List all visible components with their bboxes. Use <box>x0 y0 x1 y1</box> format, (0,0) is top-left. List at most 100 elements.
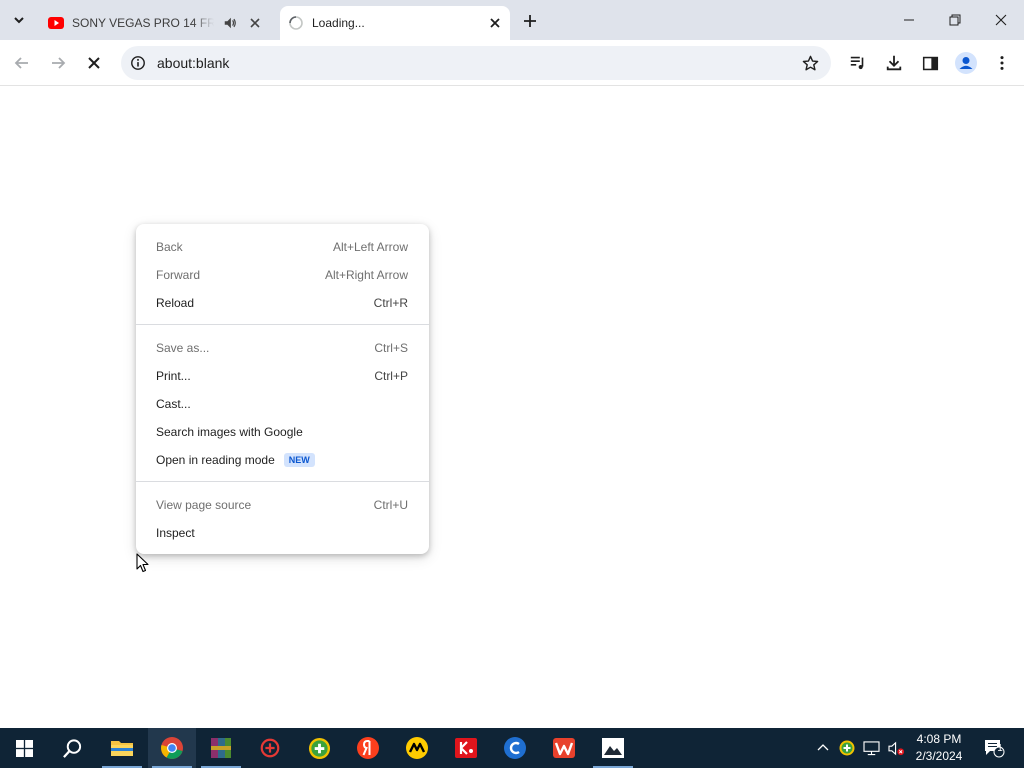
tab-youtube[interactable]: SONY VEGAS PRO 14 FREE DOWNLOAD <box>36 6 276 40</box>
menu-item-shortcut: Ctrl+R <box>373 296 408 310</box>
restore-icon <box>949 14 961 26</box>
wps-office-icon <box>553 738 575 758</box>
side-panel-icon[interactable] <box>919 52 941 74</box>
search-icon <box>62 738 81 758</box>
menu-separator <box>136 324 429 325</box>
taskbar-plus-app[interactable] <box>295 728 343 768</box>
chrome-icon <box>161 737 183 759</box>
stop-loading-button[interactable] <box>80 49 108 77</box>
taskbar-winrar[interactable] <box>197 728 245 768</box>
taskbar-yandex-browser[interactable] <box>344 728 392 768</box>
menu-item-cast[interactable]: Cast... <box>136 390 429 418</box>
menu-item-search-images[interactable]: Search images with Google <box>136 418 429 446</box>
tab-search-button[interactable] <box>6 7 32 33</box>
new-badge: NEW <box>283 453 315 467</box>
network-icon <box>862 740 880 755</box>
new-tab-button[interactable] <box>518 9 542 33</box>
menu-item-back[interactable]: Back Alt+Left Arrow <box>136 233 429 261</box>
green-plus-icon <box>308 737 330 759</box>
info-icon[interactable] <box>129 54 147 72</box>
tab-loading[interactable]: Loading... <box>280 6 510 40</box>
search-button[interactable] <box>48 728 96 768</box>
tab-close-icon[interactable] <box>246 14 264 32</box>
media-control-icon[interactable] <box>847 52 869 74</box>
speaker-icon[interactable] <box>222 15 238 31</box>
action-center-button[interactable]: 1 <box>980 728 1008 768</box>
address-bar[interactable]: about:blank <box>121 46 831 80</box>
browser-toolbar: about:blank <box>0 40 1024 86</box>
taskbar-ccleaner[interactable] <box>491 728 539 768</box>
show-hidden-icons-button[interactable] <box>812 728 834 768</box>
menu-item-label: Reload <box>156 296 195 310</box>
archive-app-icon <box>211 738 231 758</box>
taskbar-chrome[interactable] <box>148 728 196 768</box>
taskbar-wps-office[interactable] <box>540 728 588 768</box>
taskbar-photos[interactable] <box>589 728 637 768</box>
taskbar: 4:08 PM 2/3/2024 1 <box>0 728 1024 768</box>
menu-item-label: Back <box>156 240 183 254</box>
kaspersky-icon <box>455 738 477 758</box>
yandex-icon <box>357 737 379 759</box>
green-plus-icon <box>839 740 855 756</box>
minimize-button[interactable] <box>886 0 932 40</box>
clock-time: 4:08 PM <box>916 732 962 746</box>
tray-plus-app[interactable] <box>836 728 858 768</box>
ccleaner-icon <box>504 737 526 759</box>
arrow-right-icon <box>52 57 66 69</box>
tray-volume[interactable] <box>884 728 908 768</box>
forward-button[interactable] <box>44 49 72 77</box>
download-icon[interactable] <box>883 52 905 74</box>
menu-item-shortcut: Ctrl+U <box>373 498 408 512</box>
menu-item-label: Save as... <box>156 341 210 355</box>
photos-icon <box>602 738 624 758</box>
youtube-icon <box>48 15 64 31</box>
menu-item-label: View page source <box>156 498 252 512</box>
star-icon[interactable] <box>801 54 819 72</box>
menu-item-label: Forward <box>156 268 201 282</box>
system-clock[interactable]: 4:08 PM 2/3/2024 <box>908 731 970 765</box>
tray-network[interactable] <box>859 728 883 768</box>
back-button[interactable] <box>8 49 36 77</box>
taskbar-file-explorer[interactable] <box>98 728 146 768</box>
start-button[interactable] <box>0 728 48 768</box>
restore-button[interactable] <box>932 0 978 40</box>
menu-item-shortcut: Ctrl+P <box>374 369 408 383</box>
tab-title: Loading... <box>312 16 365 30</box>
arrow-left-icon <box>14 57 28 69</box>
close-window-button[interactable] <box>978 0 1024 40</box>
menu-item-reload[interactable]: Reload Ctrl+R <box>136 289 429 317</box>
close-icon <box>995 14 1007 26</box>
tab-strip: SONY VEGAS PRO 14 FREE DOWNLOAD Loading.… <box>0 0 1024 40</box>
menu-item-shortcut: Alt+Left Arrow <box>332 240 408 254</box>
menu-item-inspect[interactable]: Inspect <box>136 519 429 547</box>
menu-item-forward[interactable]: Forward Alt+Right Arrow <box>136 261 429 289</box>
menu-item-label: Cast... <box>156 397 191 411</box>
chevron-down-icon <box>14 17 24 24</box>
close-icon <box>88 57 100 69</box>
notification-count: 1 <box>997 743 1003 754</box>
menu-item-label: Open in reading mode <box>156 453 275 467</box>
taskbar-market-app[interactable] <box>393 728 441 768</box>
menu-item-label: Search images with Google <box>156 425 303 439</box>
taskbar-antivirus[interactable] <box>246 728 294 768</box>
shield-antivirus-icon <box>260 738 280 758</box>
kebab-menu-icon[interactable] <box>991 52 1013 74</box>
menu-item-save-as[interactable]: Save as... Ctrl+S <box>136 334 429 362</box>
tab-close-icon[interactable] <box>486 14 504 32</box>
tab-title: SONY VEGAS PRO 14 FREE DOWNLOAD <box>72 16 214 30</box>
taskbar-kaspersky[interactable] <box>442 728 490 768</box>
menu-item-shortcut: Alt+Right Arrow <box>324 268 408 282</box>
menu-item-print[interactable]: Print... Ctrl+P <box>136 362 429 390</box>
menu-item-reading-mode[interactable]: Open in reading mode NEW <box>136 446 429 474</box>
profile-avatar-icon[interactable] <box>955 52 977 74</box>
minimize-icon <box>904 19 914 21</box>
speaker-muted-icon <box>887 741 904 755</box>
mouse-cursor-icon <box>136 553 149 573</box>
url-text[interactable]: about:blank <box>157 55 229 71</box>
menu-separator <box>136 481 429 482</box>
folder-icon <box>111 741 133 756</box>
menu-item-label: Print... <box>156 369 191 383</box>
loading-spinner-icon <box>288 15 304 31</box>
plus-icon <box>524 15 536 27</box>
menu-item-view-source[interactable]: View page source Ctrl+U <box>136 491 429 519</box>
